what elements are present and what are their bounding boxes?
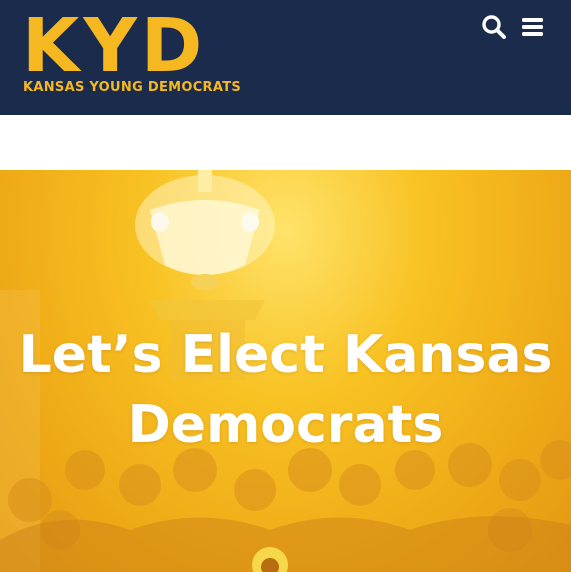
header-spacer [0,115,571,170]
hero-title-line1: Let’s Elect Kansas [18,325,553,385]
logo-letters: KYD [22,3,207,89]
site-header: KYD KANSAS YOUNG DEMOCRATS [0,0,571,115]
hero-title-line2: Democrats [127,395,444,455]
logo-subtitle: KANSAS YOUNG DEMOCRATS [23,80,242,95]
menu-toggle-button[interactable] [520,14,546,40]
site-logo[interactable]: KYD KANSAS YOUNG DEMOCRATS [22,6,241,96]
wheat-icon [197,19,226,76]
search-icon [482,15,506,39]
search-button[interactable] [481,14,507,40]
hero-banner: Let’s Elect Kansas Democrats [0,170,571,572]
menu-icon [522,18,543,36]
hero-title: Let’s Elect Kansas Democrats [0,320,571,460]
